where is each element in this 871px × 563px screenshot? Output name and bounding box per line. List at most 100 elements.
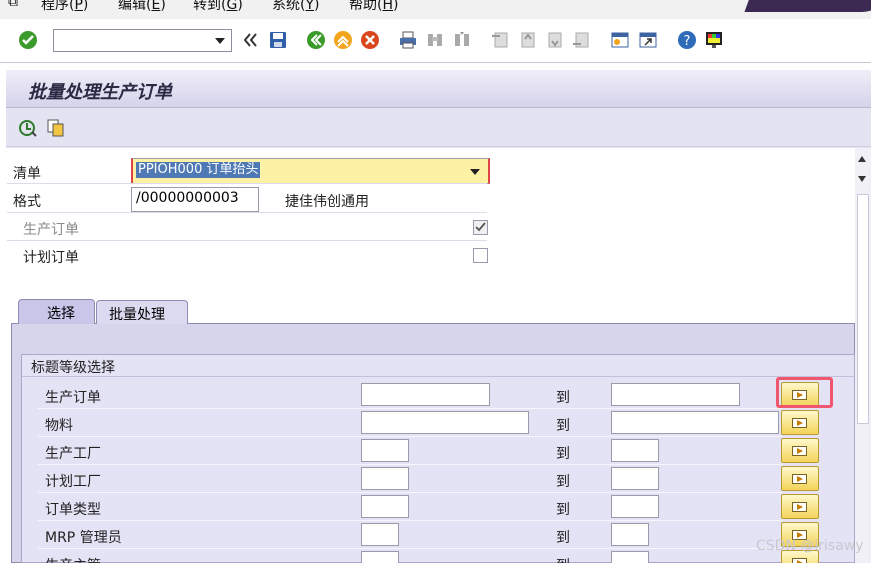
production-plant-to-input[interactable] — [611, 439, 659, 462]
row-divider — [38, 492, 782, 493]
find-icon[interactable] — [425, 30, 445, 50]
multiple-selection-button[interactable] — [781, 410, 819, 435]
multiple-selection-button[interactable] — [781, 494, 819, 519]
arrow-right-icon — [792, 474, 807, 484]
execute-icon[interactable] — [18, 118, 38, 138]
prev-page-icon[interactable] — [517, 30, 537, 50]
divider — [22, 376, 854, 377]
copy-variant-icon[interactable] — [46, 118, 66, 138]
scroll-down-icon[interactable] — [858, 176, 866, 182]
material-from-input[interactable] — [361, 411, 529, 434]
production-supervisor-to-input[interactable] — [611, 551, 649, 563]
production-supervisor-from-input[interactable] — [361, 551, 399, 563]
row-label-production-order: 生产订单 — [45, 390, 101, 406]
row-label-production-plant: 生产工厂 — [45, 446, 101, 462]
list-dropdown-value: PPIOH000 订单抬头 — [136, 162, 261, 178]
back-icon[interactable] — [306, 30, 326, 50]
divider — [7, 212, 487, 213]
collapse-icon[interactable] — [240, 30, 260, 50]
to-label: 到 — [556, 530, 570, 546]
multiple-selection-button[interactable] — [781, 438, 819, 463]
production-order-from-input[interactable] — [361, 383, 490, 406]
svg-text:?: ? — [684, 34, 691, 49]
mrp-controller-from-input[interactable] — [361, 523, 399, 546]
scroll-up-icon[interactable] — [858, 156, 866, 162]
production-order-checkbox[interactable] — [473, 220, 488, 235]
save-icon[interactable] — [268, 30, 288, 50]
arrow-right-icon — [792, 418, 807, 428]
checkmark-icon — [475, 222, 486, 232]
menu-goto[interactable]: 转到(G) — [193, 0, 243, 14]
order-type-to-input[interactable] — [611, 495, 659, 518]
list-dropdown[interactable]: PPIOH000 订单抬头 — [131, 158, 490, 184]
next-page-icon[interactable] — [544, 30, 564, 50]
list-label: 清单 — [13, 166, 41, 182]
row-label-planning-plant: 计划工厂 — [45, 474, 101, 490]
planned-order-label: 计划订单 — [23, 250, 79, 266]
layout-label: 格式 — [13, 194, 41, 210]
planning-plant-to-input[interactable] — [611, 467, 659, 490]
order-type-from-input[interactable] — [361, 495, 409, 518]
row-label-order-type: 订单类型 — [45, 502, 101, 518]
watermark: CSDN @irisawy — [756, 538, 864, 554]
window-icon[interactable]: ⧉ — [8, 0, 18, 10]
planning-plant-from-input[interactable] — [361, 467, 409, 490]
new-session-icon[interactable] — [610, 30, 630, 50]
tab-mass-processing[interactable]: 批量处理 — [96, 300, 188, 324]
check-icon[interactable] — [18, 30, 38, 50]
planned-order-checkbox[interactable] — [473, 248, 488, 263]
exit-icon[interactable] — [333, 30, 353, 50]
help-icon[interactable]: ? — [677, 30, 697, 50]
find-next-icon[interactable] — [452, 30, 472, 50]
menu-system[interactable]: 系统(Y) — [272, 0, 320, 14]
arrow-right-icon — [792, 446, 807, 456]
production-order-to-input[interactable] — [611, 383, 740, 406]
row-divider — [38, 520, 782, 521]
to-label: 到 — [556, 555, 570, 563]
scrollbar-thumb[interactable] — [857, 194, 869, 424]
chevron-down-icon[interactable] — [470, 169, 480, 175]
layout-input[interactable]: /00000000003 — [131, 187, 259, 212]
divider — [7, 240, 487, 241]
command-field[interactable] — [53, 29, 232, 52]
row-label-production-supervisor: 生产主管 — [45, 555, 101, 563]
shortcut-icon[interactable] — [638, 30, 658, 50]
chevron-down-icon[interactable] — [215, 38, 225, 44]
menu-edit[interactable]: 编辑(E) — [118, 0, 166, 14]
row-divider — [38, 548, 782, 549]
row-divider — [38, 464, 782, 465]
mrp-controller-to-input[interactable] — [611, 523, 649, 546]
group-title: 标题等级选择 — [31, 360, 115, 376]
production-plant-from-input[interactable] — [361, 439, 409, 462]
tab-selection[interactable]: 选择 — [18, 299, 95, 324]
menu-help[interactable]: 帮助(H) — [349, 0, 398, 14]
to-label: 到 — [556, 446, 570, 462]
print-icon[interactable] — [398, 30, 418, 50]
first-page-icon[interactable] — [490, 30, 510, 50]
sap-logo-shape — [744, 0, 871, 12]
layout-description: 捷佳伟创通用 — [285, 194, 369, 210]
multiple-selection-button[interactable] — [781, 466, 819, 491]
to-label: 到 — [556, 502, 570, 518]
material-to-input[interactable] — [611, 411, 779, 434]
application-toolbar — [6, 109, 871, 147]
menu-bar: ⧉ 程序(P) 编辑(E) 转到(G) 系统(Y) 帮助(H) — [0, 0, 871, 19]
arrow-right-icon — [792, 502, 807, 512]
row-label-material: 物料 — [45, 418, 73, 434]
title-bar: 批量处理生产订单 — [6, 70, 871, 108]
layout-icon[interactable] — [704, 30, 724, 50]
last-page-icon[interactable] — [571, 30, 591, 50]
tab-selection-label: 选择 — [47, 306, 75, 322]
to-label: 到 — [556, 390, 570, 406]
highlight-box — [776, 377, 833, 408]
vertical-scrollbar[interactable] — [855, 148, 871, 563]
to-label: 到 — [556, 474, 570, 490]
menu-program[interactable]: 程序(P) — [41, 0, 88, 14]
tab-mass-processing-label: 批量处理 — [109, 307, 165, 323]
cancel-icon[interactable] — [360, 30, 380, 50]
arrow-right-icon — [792, 558, 807, 563]
production-order-label: 生产订单 — [23, 222, 79, 238]
row-divider — [38, 408, 782, 409]
divider — [7, 183, 487, 184]
to-label: 到 — [556, 418, 570, 434]
